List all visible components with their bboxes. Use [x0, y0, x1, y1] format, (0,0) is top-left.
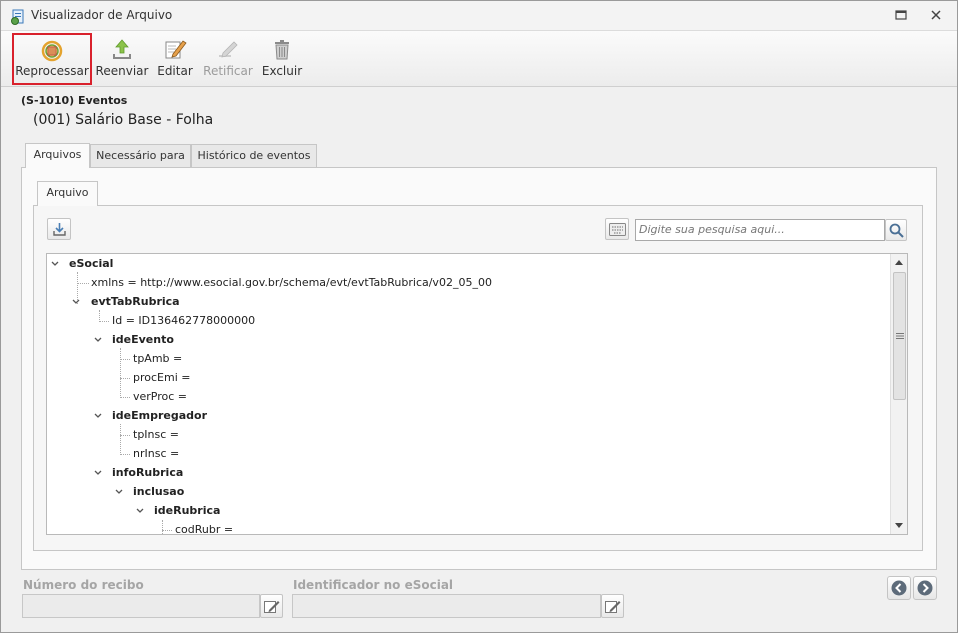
tree-connector [120, 359, 130, 360]
reprocess-button[interactable]: Reprocessar [12, 33, 92, 85]
grip-icon [896, 333, 904, 339]
toolbar: Reprocessar Reenviar Editar Retificar Ex… [1, 31, 957, 87]
chevron-down-icon[interactable] [135, 506, 145, 516]
chevron-down-icon[interactable] [114, 487, 124, 497]
title-bar: Visualizador de Arquivo [1, 1, 957, 31]
tab-arquivos[interactable]: Arquivos [25, 143, 90, 168]
scrollbar-thumb[interactable] [893, 272, 906, 400]
tree-connector [162, 520, 163, 534]
rectify-button[interactable]: Retificar [201, 33, 255, 85]
virtual-keyboard-button[interactable] [605, 218, 629, 240]
download-icon [53, 223, 66, 236]
chevron-down-icon[interactable] [71, 297, 81, 307]
chevron-down-icon[interactable] [93, 335, 103, 345]
tree-node[interactable]: verProc = [133, 387, 187, 406]
tree-node[interactable]: xmlns = http://www.esocial.gov.br/schema… [91, 273, 492, 292]
search-input[interactable]: Digite sua pesquisa aqui... [635, 219, 885, 241]
esocial-id-field[interactable] [292, 594, 601, 618]
xml-tree-view[interactable]: eSocial xmlns = http://www.esocial.gov.b… [46, 253, 908, 535]
tree-connector [120, 424, 121, 455]
tree-connector [120, 454, 130, 455]
resend-button[interactable]: Reenviar [95, 33, 149, 85]
chevron-down-icon[interactable] [93, 468, 103, 478]
edit-esocial-id-button[interactable] [601, 594, 624, 618]
tree-connector [120, 397, 130, 398]
tree-node[interactable]: codRubr = [175, 520, 233, 534]
reprocess-label: Reprocessar [15, 64, 89, 78]
edit-field-icon [264, 601, 280, 613]
tree-node[interactable]: ideEvento [112, 330, 174, 349]
edit-button[interactable]: Editar [153, 33, 197, 85]
tree-connector [120, 435, 130, 436]
scroll-up-icon[interactable] [894, 258, 904, 266]
edit-icon [165, 40, 187, 59]
tree-node[interactable]: procEmi = [133, 368, 190, 387]
delete-button[interactable]: Excluir [259, 33, 305, 85]
resend-label: Reenviar [95, 64, 149, 78]
tree-node[interactable]: evtTabRubrica [91, 292, 180, 311]
tree-connector [77, 283, 89, 284]
file-viewer-window: Visualizador de Arquivo Reprocessar Reen [0, 0, 958, 633]
tree-connector [99, 321, 109, 322]
previous-button[interactable] [887, 576, 911, 600]
receipt-number-label: Número do recibo [23, 578, 144, 592]
record-title: (S-1010) Eventos [21, 94, 128, 107]
tab-historico-eventos[interactable]: Histórico de eventos [191, 144, 317, 168]
keyboard-icon [609, 223, 626, 236]
tree-connector [120, 348, 121, 398]
tree-node[interactable]: nrInsc = [133, 444, 179, 463]
search-icon [889, 223, 904, 238]
tree-connector [120, 378, 130, 379]
tree-node[interactable]: eSocial [69, 254, 113, 273]
tab-necessario-para[interactable]: Necessário para [90, 144, 191, 168]
next-button[interactable] [913, 576, 937, 600]
app-icon [11, 9, 24, 25]
edit-field-icon [605, 601, 621, 613]
tree-node[interactable]: ideEmpregador [112, 406, 207, 425]
tree-node[interactable]: tpAmb = [133, 349, 182, 368]
tree-node[interactable]: infoRubrica [112, 463, 183, 482]
arrow-left-icon [891, 580, 907, 596]
tree-node[interactable]: ideRubrica [154, 501, 220, 520]
edit-label: Editar [157, 64, 193, 78]
close-icon[interactable] [928, 7, 944, 23]
esocial-id-label: Identificador no eSocial [293, 578, 454, 592]
download-button[interactable] [47, 218, 71, 240]
record-subtitle: (001) Salário Base - Folha [33, 112, 214, 128]
upload-icon [113, 39, 131, 59]
rectify-label: Retificar [203, 64, 253, 78]
search-button[interactable] [885, 219, 907, 241]
chevron-down-icon[interactable] [50, 259, 60, 269]
arrow-right-icon [917, 580, 933, 596]
delete-label: Excluir [261, 64, 303, 78]
edit-receipt-button[interactable] [260, 594, 283, 618]
tree-node[interactable]: tpInsc = [133, 425, 179, 444]
trash-icon [275, 40, 289, 60]
reprocess-icon [41, 40, 63, 62]
tree-node[interactable]: Id = ID136462778000000 [112, 311, 255, 330]
scroll-down-icon[interactable] [894, 522, 904, 530]
tab-arquivo[interactable]: Arquivo [37, 181, 98, 206]
restore-icon[interactable] [893, 7, 909, 23]
window-title: Visualizador de Arquivo [31, 8, 173, 22]
tree-connector [162, 530, 172, 531]
chevron-down-icon[interactable] [93, 411, 103, 421]
tree-node[interactable]: inclusao [133, 482, 184, 501]
receipt-number-field[interactable] [22, 594, 260, 618]
rectify-icon [219, 41, 238, 58]
tree-scrollbar[interactable] [890, 254, 907, 534]
